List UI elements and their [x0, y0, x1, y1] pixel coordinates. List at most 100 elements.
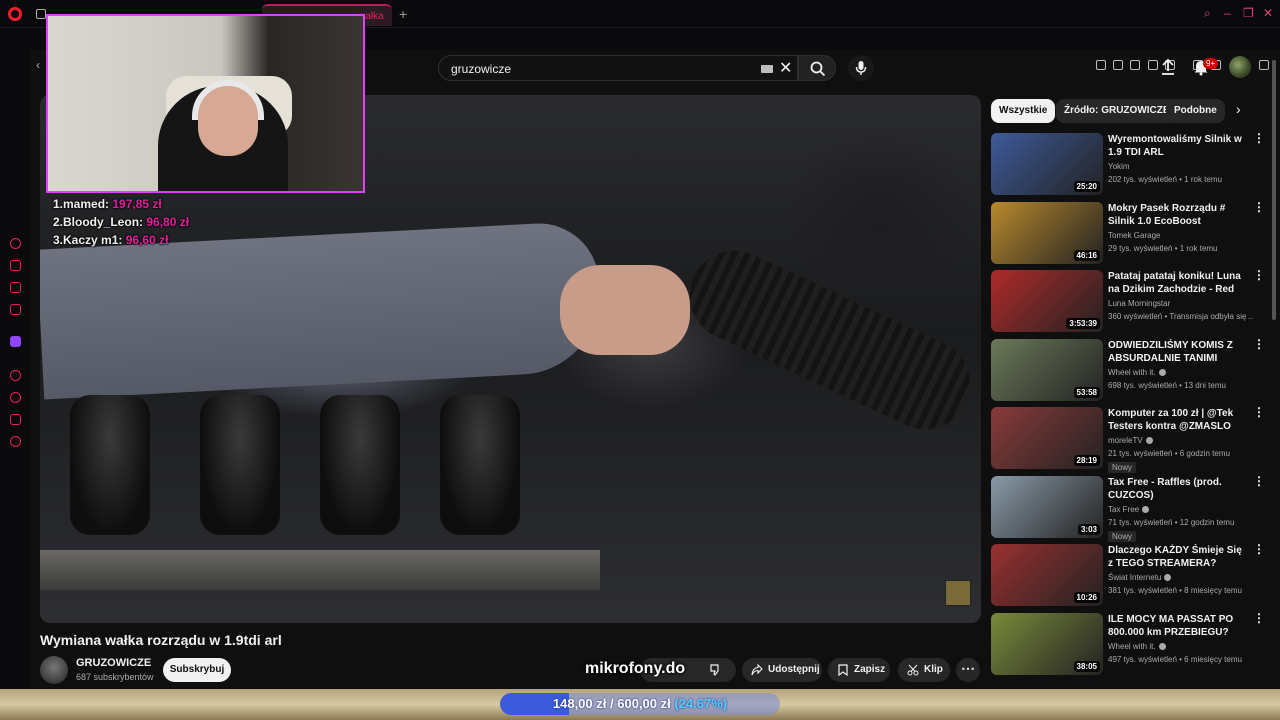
- recommendation-title[interactable]: ILE MOCY MA PASSAT PO 800.000 km PRZEBIE…: [1108, 613, 1248, 639]
- keyboard-icon[interactable]: [761, 65, 773, 73]
- recommendation-thumbnail[interactable]: 25:20: [991, 133, 1103, 195]
- search-tabs-icon[interactable]: ⌕: [1204, 6, 1211, 21]
- sidebar-player-icon[interactable]: [10, 370, 21, 381]
- donor-row: 1.mamed: 197,85 zł: [53, 197, 162, 211]
- back-icon[interactable]: ‹: [36, 58, 40, 72]
- close-window-icon[interactable]: ✕: [1263, 6, 1273, 20]
- kebab-menu-icon[interactable]: ⋮: [1253, 338, 1265, 350]
- twitch-icon[interactable]: [10, 336, 21, 347]
- sidebar-speed-icon[interactable]: [10, 238, 21, 249]
- kebab-menu-icon[interactable]: ⋮: [1253, 475, 1265, 487]
- save-button[interactable]: Zapisz: [828, 658, 890, 682]
- recommendation-thumbnail[interactable]: 3:03: [991, 475, 1103, 538]
- channel-avatar[interactable]: [40, 656, 68, 684]
- recommendation-meta: 360 wyświetleń • Transmisja odbyła się .…: [1108, 312, 1253, 321]
- video-frame-cylinder: [200, 395, 280, 535]
- kebab-menu-icon[interactable]: ⋮: [1253, 406, 1265, 418]
- notification-badge: 9+: [1203, 58, 1219, 69]
- miniplayer-thumbnail[interactable]: [945, 580, 971, 606]
- verified-icon: [1158, 368, 1166, 376]
- microphone-icon: [855, 61, 867, 75]
- recommendation-title[interactable]: Patataj patataj koniku! Luna na Dzikim Z…: [1108, 270, 1248, 296]
- sidebar-history-icon[interactable]: [10, 392, 21, 403]
- new-tab-button[interactable]: +: [399, 6, 407, 22]
- clear-search-icon[interactable]: ✕: [779, 58, 792, 78]
- top-donors-list: 1.mamed: 197,85 zł 2.Bloody_Leon: 96,80 …: [53, 195, 189, 249]
- upload-icon[interactable]: [1160, 58, 1176, 76]
- new-badge: Nowy: [1108, 462, 1137, 473]
- kebab-menu-icon[interactable]: ⋮: [1253, 201, 1265, 213]
- channel-name[interactable]: GRUZOWICZE: [76, 657, 151, 669]
- chip-all[interactable]: Wszystkie: [991, 99, 1056, 123]
- donation-goal-strip: 148,00 zł / 600,00 zł (24.67%): [0, 689, 1280, 720]
- chip-related[interactable]: Podobne: [1166, 99, 1225, 123]
- adblock-icon[interactable]: [1130, 60, 1140, 70]
- search-input[interactable]: gruzowicze: [451, 62, 511, 76]
- sidebar-bag-icon[interactable]: [10, 260, 21, 271]
- donor-row: 2.Bloody_Leon: 96,80 zł: [53, 215, 190, 229]
- video-frame-cylinder: [70, 395, 150, 535]
- verified-icon: [1158, 642, 1166, 650]
- recommendation-item[interactable]: 28:19 Komputer za 100 zł | @Tek Testers …: [991, 406, 1271, 473]
- sidebar-chat-icon[interactable]: [10, 282, 21, 293]
- recommendation-channel[interactable]: Tomek Garage: [1108, 231, 1160, 240]
- recommendation-item[interactable]: 3:53:39 Patataj patataj koniku! Luna na …: [991, 269, 1271, 332]
- minimize-icon[interactable]: –: [1224, 6, 1231, 20]
- recommendation-title[interactable]: ODWIEDZILIŚMY KOMIS Z ABSURDALNIE TANIMI…: [1108, 339, 1248, 365]
- snapshot-icon[interactable]: [1113, 60, 1123, 70]
- menu-icon[interactable]: [1259, 60, 1269, 70]
- recommendation-thumbnail[interactable]: 28:19: [991, 407, 1103, 469]
- dislike-icon[interactable]: [710, 664, 722, 676]
- recommendation-thumbnail[interactable]: 38:05: [991, 612, 1103, 675]
- recommendation-item[interactable]: 46:16 Mokry Pasek Rozrządu # Silnik 1.0 …: [991, 201, 1271, 264]
- voice-search-button[interactable]: [848, 55, 874, 81]
- kebab-menu-icon[interactable]: ⋮: [1253, 132, 1265, 144]
- video-frame-hand: [560, 265, 690, 355]
- kebab-menu-icon[interactable]: ⋮: [1253, 269, 1265, 281]
- chevron-right-icon[interactable]: ›: [1236, 101, 1241, 117]
- recommendation-title[interactable]: Mokry Pasek Rozrządu # Silnik 1.0 EcoBoo…: [1108, 202, 1248, 228]
- sidebar-news-icon[interactable]: [10, 304, 21, 315]
- search-button[interactable]: [798, 55, 836, 81]
- restore-icon[interactable]: ❐: [1243, 6, 1254, 20]
- extension-icon[interactable]: [1096, 60, 1106, 70]
- user-avatar[interactable]: [1229, 56, 1251, 78]
- recommendation-channel[interactable]: Wheel with it.: [1108, 642, 1166, 651]
- recommendation-thumbnail[interactable]: 10:26: [991, 544, 1103, 606]
- player-icon[interactable]: [1148, 60, 1158, 70]
- duration-badge: 10:26: [1073, 592, 1100, 603]
- sidebar-extensions-icon[interactable]: [10, 414, 21, 425]
- recommendation-channel[interactable]: Tax Free: [1108, 505, 1150, 514]
- scrollbar[interactable]: [1272, 60, 1276, 320]
- recommendation-item[interactable]: 10:26 Dlaczego KAŻDY Śmieje Się z TEGO S…: [991, 543, 1271, 606]
- recommendation-title[interactable]: Tax Free - Raffles (prod. CUZCOS): [1108, 476, 1248, 502]
- recommendation-channel[interactable]: moreleTV: [1108, 436, 1153, 445]
- share-button[interactable]: Udostępnij: [742, 658, 822, 682]
- sidebar-settings-icon[interactable]: [10, 436, 21, 447]
- clip-button[interactable]: Klip: [898, 658, 950, 682]
- recommendation-title[interactable]: Dlaczego KAŻDY Śmieje Się z TEGO STREAME…: [1108, 544, 1248, 570]
- kebab-menu-icon[interactable]: ⋮: [1253, 612, 1265, 624]
- recommendation-channel[interactable]: Yokim: [1108, 162, 1130, 171]
- recommendation-channel[interactable]: Wheel with it.: [1108, 368, 1166, 377]
- workspace-icon[interactable]: [36, 9, 46, 19]
- recommendation-item[interactable]: 53:58 ODWIEDZILIŚMY KOMIS Z ABSURDALNIE …: [991, 338, 1271, 401]
- recommendation-item[interactable]: 38:05 ILE MOCY MA PASSAT PO 800.000 km P…: [991, 612, 1271, 675]
- recommendation-thumbnail[interactable]: 53:58: [991, 338, 1103, 401]
- chip-source[interactable]: Źródło: GRUZOWICZE: [1056, 99, 1178, 123]
- recommendation-item[interactable]: 3:03 Tax Free - Raffles (prod. CUZCOS) T…: [991, 475, 1271, 542]
- recommendation-thumbnail[interactable]: 3:53:39: [991, 270, 1103, 332]
- recommendation-item[interactable]: 25:20 Wyremontowaliśmy Silnik w 1.9 TDI …: [991, 132, 1271, 195]
- search-box[interactable]: gruzowicze ✕: [438, 55, 798, 81]
- recommendation-meta: 497 tys. wyświetleń • 6 miesięcy temu: [1108, 654, 1242, 664]
- recommendation-channel[interactable]: Luna Morningstar: [1108, 299, 1170, 308]
- kebab-menu-icon[interactable]: ⋮: [1253, 543, 1265, 555]
- more-actions-button[interactable]: ⋯: [956, 658, 980, 682]
- recommendation-thumbnail[interactable]: 46:16: [991, 201, 1103, 264]
- subscribe-button[interactable]: Subskrybuj: [163, 658, 231, 682]
- new-badge: Nowy: [1108, 530, 1137, 542]
- opera-logo-icon[interactable]: [8, 7, 22, 21]
- recommendation-title[interactable]: Komputer za 100 zł | @Tek Testers kontra…: [1108, 407, 1248, 433]
- recommendation-title[interactable]: Wyremontowaliśmy Silnik w 1.9 TDI ARL: [1108, 133, 1248, 159]
- recommendation-channel[interactable]: Świat Internetu: [1108, 573, 1172, 582]
